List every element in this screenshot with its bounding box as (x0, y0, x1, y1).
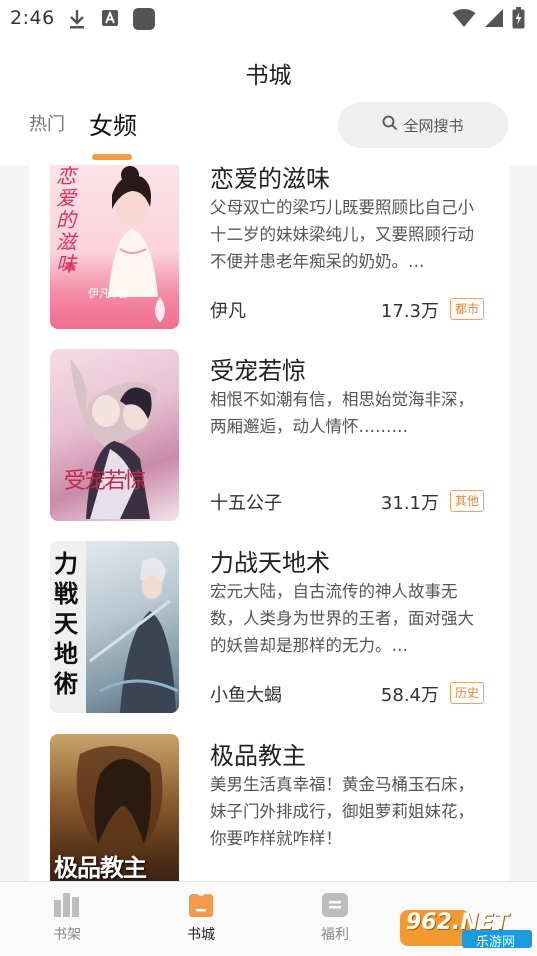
bookstore-icon (161, 892, 241, 918)
book-cover[interactable]: 力戦天地術 (50, 541, 179, 713)
book-category-tag: 历史 (450, 682, 485, 704)
book-category-tag: 都市 (450, 298, 485, 320)
book-item[interactable]: 力戦天地術 力战天地术 宏元大陆，自古流传的神人故事无数，人类身为世界的王者，面… (29, 541, 509, 721)
book-cover[interactable]: 极品教主 (50, 734, 179, 881)
download-icon (68, 8, 86, 34)
nav-label: 书架 (53, 927, 81, 943)
status-time: 2:46 (10, 7, 55, 29)
app-square-icon (132, 7, 156, 35)
bookshelf-icon (27, 892, 107, 918)
book-item[interactable]: 恋爱的滋味 伊凡 /著 恋爱的滋味 父母双亡的梁巧儿既要照顾比自己小十二岁的妹妹… (29, 165, 509, 337)
tab-indicator (92, 154, 132, 160)
book-description: 宏元大陆，自古流传的神人故事无数，人类身为世界的王者，面对强大的妖兽却是那样的无… (210, 582, 474, 655)
book-description: 父母双亡的梁巧儿既要照顾比自己小十二岁的妹妹梁纯儿，又要照顾行动不便并患老年痴呆… (210, 198, 474, 271)
search-label: 全网搜书 (403, 116, 464, 135)
cover-author-text: 伊凡 /著 (88, 287, 129, 300)
cover-title-text: 恋爱的滋味 (56, 165, 76, 276)
book-author: 十五公子 (210, 493, 282, 514)
nav-label: 书城 (187, 927, 215, 943)
book-description: 相恨不如潮有信，相思始觉海非深， 两厢邂逅，动人情怀……… (210, 390, 474, 436)
book-description: 美男生活真幸福！黄金马桶玉石床，妹子门外排成行，御姐萝莉姐妹花，你要咋样就咋样！ (210, 775, 474, 848)
tab-hot[interactable]: 热门 (29, 110, 65, 136)
cover-title-text: 受宠若惊 (64, 469, 146, 494)
status-icons (452, 7, 525, 33)
signal-icon (484, 8, 504, 32)
book-word-count: 17.3万 (380, 301, 439, 322)
tab-female[interactable]: 女频 (89, 106, 137, 141)
search-icon (382, 115, 398, 135)
book-title[interactable]: 极品教主 (210, 736, 306, 771)
book-item[interactable]: 受宠若惊 受宠若惊 相恨不如潮有信，相思始觉海非深， 两厢邂逅，动人情怀……… … (29, 349, 509, 529)
nav-bookshelf[interactable]: 书架 (27, 892, 107, 944)
watermark-logo: 962.NET 乐游网 (400, 904, 534, 950)
book-cover[interactable]: 受宠若惊 (50, 349, 179, 521)
nav-label: 福利 (321, 927, 349, 943)
page-title: 书城 (245, 63, 292, 89)
watermark-subtext: 乐游网 (476, 935, 516, 950)
book-author: 伊凡 (210, 301, 246, 322)
keyboard-a-icon (101, 9, 119, 31)
book-cover[interactable]: 恋爱的滋味 伊凡 /著 (50, 165, 179, 329)
status-bar: 2:46 (0, 0, 537, 38)
nav-welfare[interactable]: 福利 (295, 892, 375, 944)
book-author: 小鱼大蝎 (210, 685, 282, 706)
wifi-icon (452, 8, 476, 32)
cover-title-text: 极品教主 (54, 853, 147, 881)
book-title[interactable]: 恋爱的滋味 (210, 165, 330, 194)
book-word-count: 31.1万 (380, 493, 439, 514)
battery-icon (512, 7, 525, 33)
welfare-icon (295, 892, 375, 918)
book-category-tag: 其他 (450, 490, 485, 512)
search-button[interactable]: 全网搜书 (338, 102, 508, 148)
cover-title-text: 力戦天地術 (54, 549, 78, 698)
book-item[interactable]: 极品教主 极品教主 美男生活真幸福！黄金马桶玉石床，妹子门外排成行，御姐萝莉姐妹… (29, 734, 509, 881)
nav-bookstore[interactable]: 书城 (161, 892, 241, 944)
book-title[interactable]: 受宠若惊 (210, 351, 306, 386)
book-title[interactable]: 力战天地术 (210, 543, 330, 578)
cover-illustration (70, 359, 158, 519)
header: 书城 热门 女频 全网搜书 (0, 38, 537, 165)
book-word-count: 58.4万 (380, 685, 439, 706)
book-list: 恋爱的滋味 伊凡 /著 恋爱的滋味 父母双亡的梁巧儿既要照顾比自己小十二岁的妹妹… (29, 165, 509, 881)
